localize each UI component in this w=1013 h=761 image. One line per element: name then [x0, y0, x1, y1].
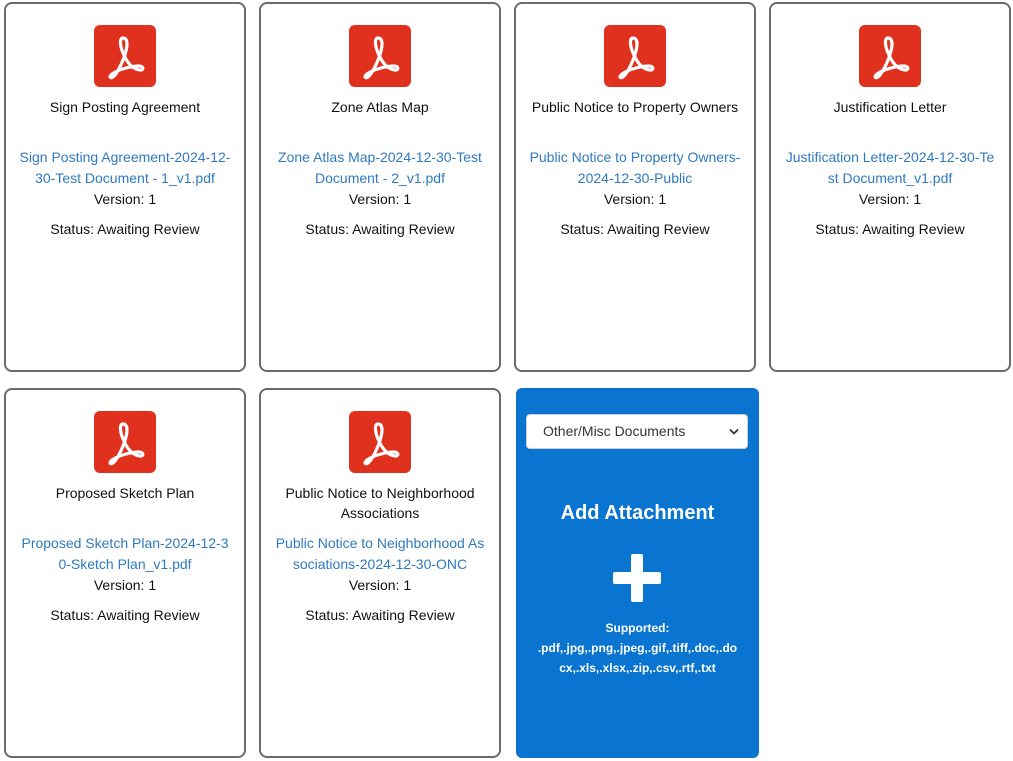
document-card: Zone Atlas Map Zone Atlas Map-2024-12-30… [259, 2, 501, 372]
supported-types: .pdf,.jpg,.png,.jpeg,.gif,.tiff,.doc,.do… [537, 641, 738, 675]
document-title: Proposed Sketch Plan [55, 485, 195, 501]
document-title: Zone Atlas Map [331, 99, 429, 115]
add-attachment-card[interactable]: Other/Misc Documents Add Attachment Supp… [516, 388, 759, 758]
document-version: Version: 1 [858, 191, 922, 207]
document-file-link[interactable]: Public Notice to Neighborhood Associatio… [273, 533, 487, 575]
supported-label: Supported: [605, 621, 670, 635]
pdf-icon[interactable] [349, 411, 411, 473]
document-file-link[interactable]: Sign Posting Agreement-2024-12-30-Test D… [18, 147, 232, 189]
document-card: Proposed Sketch Plan Proposed Sketch Pla… [4, 388, 246, 758]
pdf-icon[interactable] [94, 25, 156, 87]
add-attachment-title: Add Attachment [560, 502, 715, 524]
pdf-icon[interactable] [859, 25, 921, 87]
document-file-link[interactable]: Justification Letter-2024-12-30-Test Doc… [783, 147, 997, 189]
document-title: Public Notice to Property Owners [531, 99, 739, 115]
document-status: Status: Awaiting Review [305, 607, 455, 623]
document-version: Version: 1 [348, 191, 412, 207]
document-card: Justification Letter Justification Lette… [769, 2, 1011, 372]
plus-icon[interactable] [613, 554, 661, 602]
document-status: Status: Awaiting Review [50, 221, 200, 237]
pdf-icon[interactable] [94, 411, 156, 473]
document-title: Public Notice to Neighborhood Associatio… [285, 485, 475, 521]
document-category-select[interactable]: Other/Misc Documents [526, 414, 748, 449]
document-version: Version: 1 [93, 577, 157, 593]
document-file-link[interactable]: Zone Atlas Map-2024-12-30-Test Document … [273, 147, 487, 189]
document-file-link[interactable]: Proposed Sketch Plan-2024-12-30-Sketch P… [18, 533, 232, 575]
document-version: Version: 1 [93, 191, 157, 207]
document-version: Version: 1 [348, 577, 412, 593]
attachments-grid: Sign Posting Agreement Sign Posting Agre… [0, 0, 1013, 761]
chevron-down-icon [729, 429, 739, 435]
document-file-link[interactable]: Public Notice to Property Owners-2024-12… [528, 147, 742, 189]
pdf-icon[interactable] [349, 25, 411, 87]
document-title: Justification Letter [833, 99, 947, 115]
document-status: Status: Awaiting Review [815, 221, 965, 237]
document-status: Status: Awaiting Review [50, 607, 200, 623]
document-title: Sign Posting Agreement [49, 99, 201, 115]
document-card: Sign Posting Agreement Sign Posting Agre… [4, 2, 246, 372]
document-status: Status: Awaiting Review [305, 221, 455, 237]
document-status: Status: Awaiting Review [560, 221, 710, 237]
document-category-value: Other/Misc Documents [543, 423, 686, 439]
document-card: Public Notice to Property Owners Public … [514, 2, 756, 372]
document-version: Version: 1 [603, 191, 667, 207]
pdf-icon[interactable] [604, 25, 666, 87]
supported-file-types: Supported: .pdf,.jpg,.png,.jpeg,.gif,.ti… [536, 618, 739, 678]
document-card: Public Notice to Neighborhood Associatio… [259, 388, 501, 758]
